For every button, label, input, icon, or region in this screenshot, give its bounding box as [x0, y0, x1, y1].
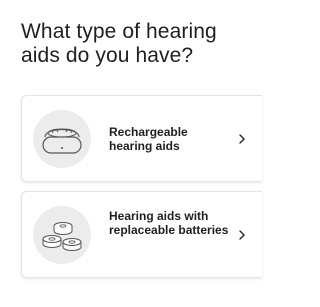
option-rechargeable[interactable]: Rechargeable hearing aids: [21, 95, 262, 182]
chevron-right-icon: [239, 230, 245, 240]
option-replaceable-batteries[interactable]: Hearing aids with replaceable batteries: [21, 191, 262, 278]
charging-case-icon: [33, 110, 91, 168]
page-title: What type of hearing aids do you have?: [21, 20, 217, 67]
batteries-icon: [33, 206, 91, 264]
option-label: Hearing aids with replaceable batteries: [109, 209, 229, 237]
option-label: Rechargeable hearing aids: [109, 125, 188, 153]
chevron-right-icon: [239, 134, 245, 144]
